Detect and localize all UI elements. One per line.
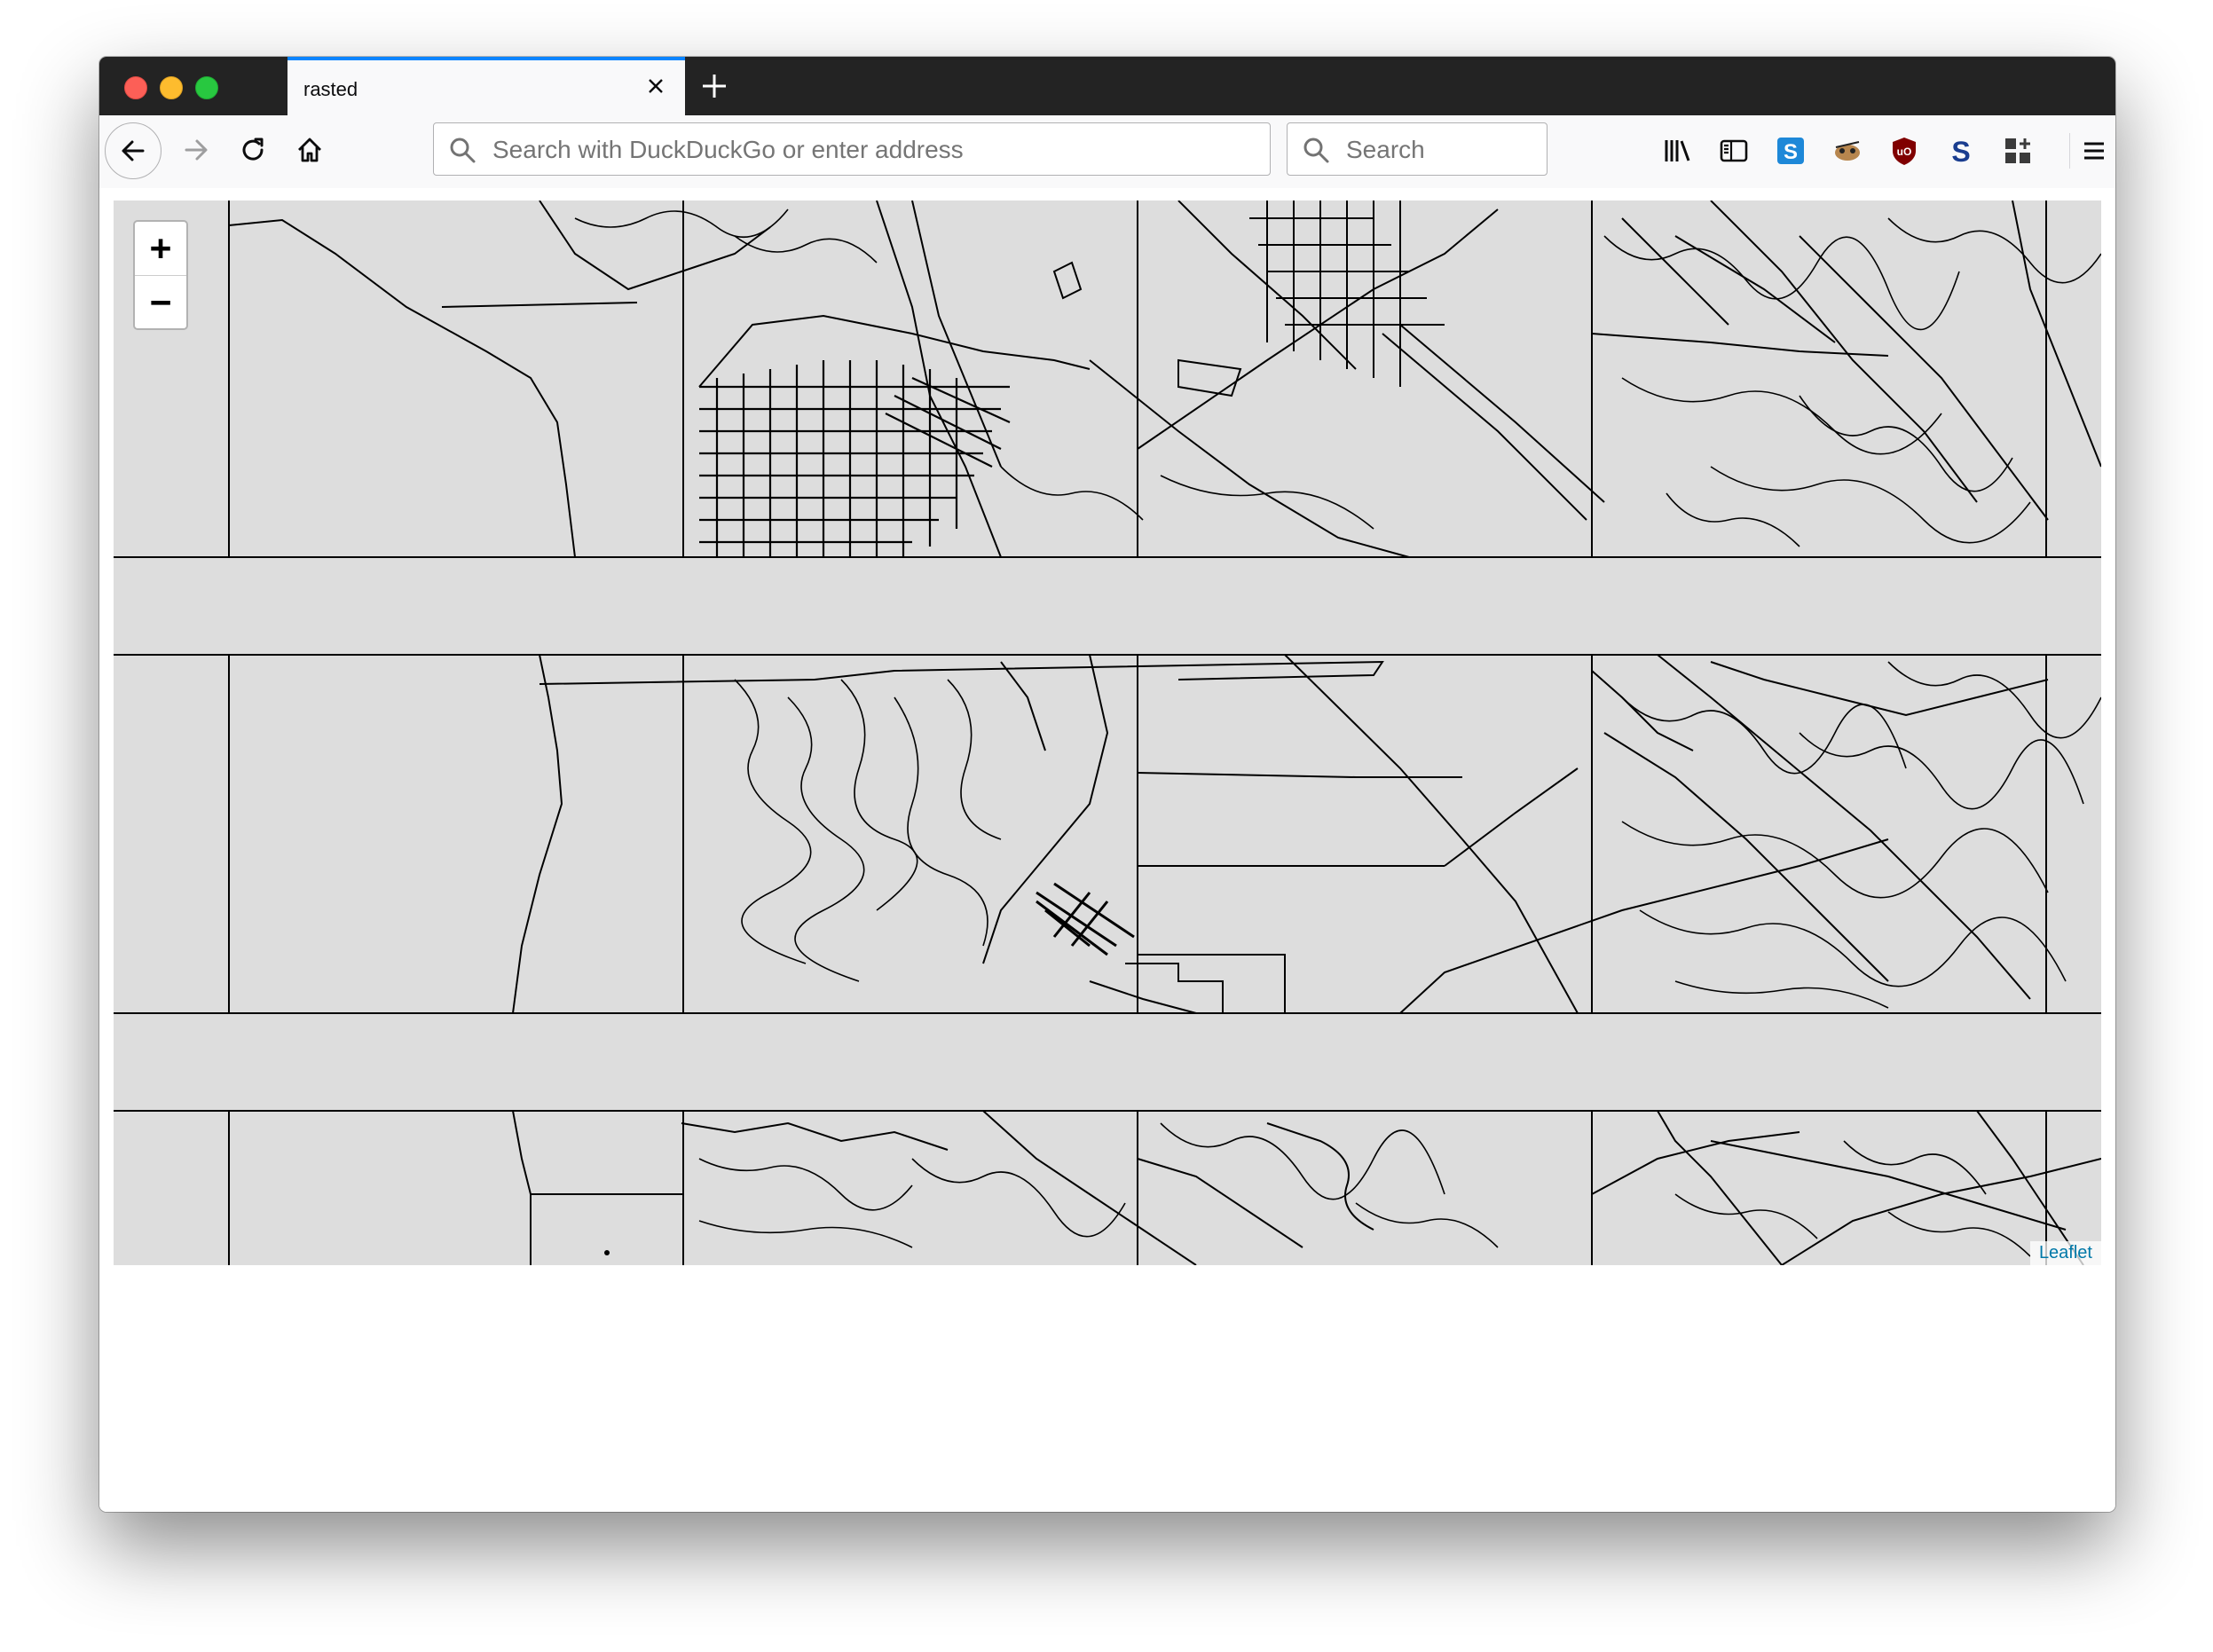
zoom-in-button[interactable]: + — [135, 222, 186, 276]
toolbar-separator — [2069, 133, 2070, 169]
close-icon[interactable] — [642, 73, 669, 99]
search-icon — [450, 138, 476, 163]
zoom-control: + − — [133, 220, 188, 330]
search-icon — [1303, 138, 1329, 163]
svg-text:uO: uO — [1897, 146, 1912, 158]
map-container[interactable]: + − Leaflet — [114, 201, 2101, 1265]
reload-button[interactable] — [231, 128, 275, 172]
back-arrow-icon — [122, 140, 145, 161]
map-attribution: Leaflet — [2029, 1241, 2101, 1265]
svg-text:S: S — [1951, 136, 1970, 167]
search-bar[interactable] — [1287, 122, 1554, 176]
s-extension-icon[interactable]: S — [1945, 135, 1977, 167]
page-content: + − Leaflet — [99, 188, 2115, 1512]
svg-text:S: S — [1784, 140, 1798, 164]
add-ons-icon[interactable] — [2002, 135, 2034, 167]
menu-icon[interactable] — [2078, 135, 2110, 167]
leaflet-link[interactable]: Leaflet — [2039, 1243, 2092, 1263]
home-icon — [298, 138, 321, 162]
forward-button[interactable] — [174, 128, 218, 172]
tab-active[interactable]: rasted — [287, 57, 685, 115]
back-button[interactable] — [105, 122, 161, 179]
zoom-out-button[interactable]: − — [135, 276, 186, 328]
map-tiles — [114, 201, 2101, 1265]
address-bar[interactable] — [433, 122, 1271, 176]
skype-extension-icon[interactable]: S — [1775, 135, 1807, 167]
browser-window: rasted Search with DuckDuckGo or enter a… — [99, 57, 2115, 1512]
ublock-origin-icon[interactable]: uO — [1888, 135, 1920, 167]
window-close-button[interactable] — [124, 76, 147, 99]
window-maximize-button[interactable] — [195, 76, 218, 99]
tab-title: rasted — [303, 78, 358, 100]
sloth-extension-icon[interactable] — [1831, 135, 1863, 167]
search-input[interactable] — [1346, 136, 1554, 164]
reload-icon — [242, 138, 264, 161]
library-icon[interactable] — [1661, 135, 1693, 167]
window-minimize-button[interactable] — [160, 76, 183, 99]
tab-strip: rasted — [99, 57, 2115, 115]
address-input[interactable] — [492, 136, 1162, 164]
forward-arrow-icon — [185, 139, 208, 161]
home-button[interactable] — [287, 128, 332, 172]
new-tab-icon[interactable] — [696, 67, 733, 105]
sidebar-icon[interactable] — [1718, 135, 1750, 167]
